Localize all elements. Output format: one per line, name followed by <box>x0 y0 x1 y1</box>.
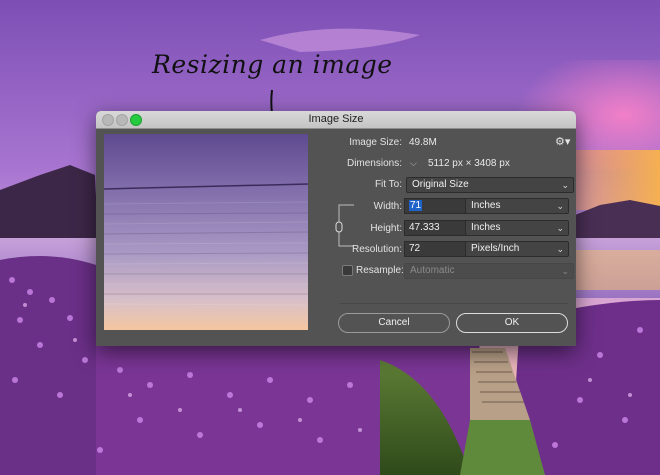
image-preview[interactable] <box>104 134 308 330</box>
dimensions-separator: × <box>465 158 472 169</box>
height-unit-select[interactable]: Inches ⌄ <box>465 220 569 236</box>
dialog-titlebar[interactable]: Image Size <box>96 111 576 129</box>
resample-label: Resample: <box>356 265 404 276</box>
image-size-value: 49.8M <box>409 137 437 148</box>
height-label: Height: <box>370 223 402 234</box>
fit-to-select[interactable]: Original Size ⌄ <box>406 177 574 193</box>
resample-select[interactable]: Automatic ⌄ <box>404 263 574 279</box>
dimensions-width: 5112 px <box>428 158 463 169</box>
chevron-down-icon: ⌄ <box>561 180 569 190</box>
resolution-unit: Pixels/Inch <box>471 243 520 254</box>
cancel-button[interactable]: Cancel <box>338 313 450 333</box>
annotation-text: Resizing an image <box>152 50 393 79</box>
dimensions-height: 3408 px <box>474 158 510 169</box>
resolution-label: Resolution: <box>351 244 402 255</box>
width-value: 71 <box>409 200 423 211</box>
chevron-down-icon: ⌄ <box>556 201 564 211</box>
chevron-down-icon: ⌄ <box>556 223 564 233</box>
chevron-down-icon: ⌄ <box>561 266 569 276</box>
height-field[interactable]: 47.333 <box>404 220 468 236</box>
chevron-down-icon[interactable]: ⌵ <box>410 158 417 169</box>
resample-value: Automatic <box>410 265 455 276</box>
dimensions-label: Dimensions: <box>346 158 402 169</box>
fit-to-label: Fit To: <box>374 179 402 190</box>
image-size-label: Image Size: <box>349 137 402 148</box>
resample-checkbox[interactable] <box>342 265 353 276</box>
resolution-value: 72 <box>409 243 421 254</box>
divider <box>340 303 568 304</box>
dimensions-value: 5112 px × 3408 px <box>428 158 510 169</box>
resolution-field[interactable]: 72 <box>404 241 468 257</box>
gear-icon[interactable]: ⚙▾ <box>555 135 570 148</box>
fit-to-value: Original Size <box>412 179 469 190</box>
width-unit-select[interactable]: Inches ⌄ <box>465 198 569 214</box>
height-value: 47.333 <box>409 222 440 233</box>
dialog-title: Image Size <box>308 113 364 125</box>
chevron-down-icon: ⌄ <box>556 244 564 254</box>
width-field[interactable]: 71 <box>404 198 468 214</box>
resolution-unit-select[interactable]: Pixels/Inch ⌄ <box>465 241 569 257</box>
width-label: Width: <box>373 201 402 212</box>
width-unit: Inches <box>471 200 501 211</box>
image-size-dialog: Image Size ⚙▾ Image Size: 49.8M Dimensio… <box>96 111 576 346</box>
ok-button[interactable]: OK <box>456 313 568 333</box>
height-unit: Inches <box>471 222 501 233</box>
